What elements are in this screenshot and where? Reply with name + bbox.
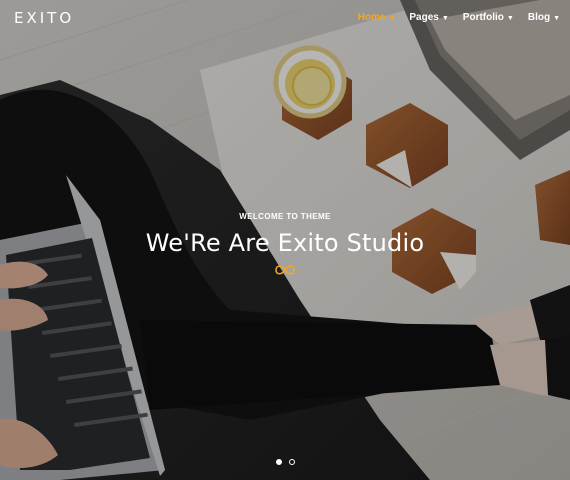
infinity-icon [273, 263, 297, 281]
slider-dot[interactable] [275, 459, 282, 465]
nav-item-pages[interactable]: Pages ▼ [409, 12, 448, 23]
nav-item-home[interactable]: Home ▼ [358, 12, 396, 23]
top-navbar: EXITO Home ▼ Pages ▼ Portfolio ▼ Blog ▼ [0, 0, 570, 36]
nav-item-label: Pages [409, 12, 439, 23]
nav-item-label: Blog [527, 12, 551, 23]
chevron-down-icon: ▼ [441, 15, 449, 22]
chevron-down-icon: ▼ [388, 15, 396, 22]
hero-section: EXITO Home ▼ Pages ▼ Portfolio ▼ Blog ▼ … [0, 0, 570, 480]
nav-item-label: Home [357, 12, 386, 23]
slider-dot[interactable] [288, 459, 295, 465]
nav-item-label: Portfolio [462, 12, 504, 23]
chevron-down-icon: ▼ [553, 15, 560, 22]
slider-pagination [0, 459, 570, 465]
chevron-down-icon: ▼ [506, 15, 514, 22]
hero-caption: WELCOME TO THEME We'Re Are Exito Studio [0, 212, 570, 281]
brand-logo[interactable]: EXITO [14, 9, 74, 27]
hero-headline: We'Re Are Exito Studio [145, 229, 425, 257]
main-nav: Home ▼ Pages ▼ Portfolio ▼ Blog ▼ [358, 12, 560, 23]
nav-item-blog[interactable]: Blog ▼ [528, 12, 560, 23]
nav-item-portfolio[interactable]: Portfolio ▼ [463, 12, 514, 23]
hero-kicker: WELCOME TO THEME [239, 212, 331, 221]
